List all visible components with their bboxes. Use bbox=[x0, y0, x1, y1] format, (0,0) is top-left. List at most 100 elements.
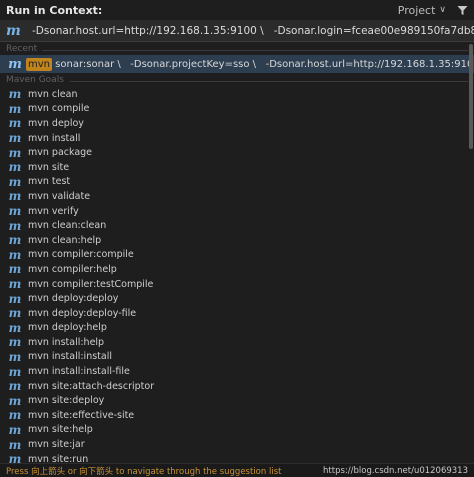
list-item-label: mvn install:install bbox=[28, 351, 112, 363]
list-item-label: mvn compiler:help bbox=[28, 263, 117, 275]
maven-icon: m bbox=[8, 349, 22, 364]
list-item[interactable]: m mvn compiler:testCompile bbox=[0, 277, 474, 292]
list-item[interactable]: m mvn compiler:compile bbox=[0, 248, 474, 263]
maven-icon: m bbox=[8, 233, 22, 248]
maven-icon: m bbox=[8, 277, 22, 292]
command-input[interactable]: m -Dsonar.host.url=http://192.168.1.35:9… bbox=[0, 20, 474, 42]
list-item-label: mvn site:help bbox=[28, 424, 93, 436]
list-item[interactable]: m mvn install:install-file bbox=[0, 364, 474, 379]
list-item-label: mvn site bbox=[28, 161, 70, 173]
recent-command-item[interactable]: m mvn sonar:sonar \ -Dsonar.projectKey=s… bbox=[0, 55, 474, 73]
list-item-label: mvn validate bbox=[28, 190, 91, 202]
maven-icon: m bbox=[8, 116, 22, 131]
list-item-label: mvn compiler:testCompile bbox=[28, 278, 154, 290]
list-item-label: mvn compiler:compile bbox=[28, 249, 134, 261]
maven-icon: m bbox=[8, 87, 22, 102]
filter-icon[interactable] bbox=[456, 4, 468, 16]
list-item[interactable]: m mvn site:attach-descriptor bbox=[0, 379, 474, 394]
maven-icon: m bbox=[8, 218, 22, 233]
section-label-recent: Recent bbox=[6, 44, 38, 54]
section-divider bbox=[70, 81, 468, 82]
list-item-label: mvn deploy bbox=[28, 117, 84, 129]
status-footer: Press 向上箭头 or 向下箭头 to navigate through t… bbox=[0, 463, 474, 477]
command-input-value[interactable]: -Dsonar.host.url=http://192.168.1.35:910… bbox=[32, 25, 474, 37]
list-item-label: mvn clean:clean bbox=[28, 220, 107, 232]
maven-icon: m bbox=[8, 393, 22, 408]
list-item[interactable]: m mvn site:jar bbox=[0, 437, 474, 452]
list-item[interactable]: m mvn site:effective-site bbox=[0, 408, 474, 423]
maven-icon: m bbox=[8, 174, 22, 189]
list-item[interactable]: m mvn site:help bbox=[0, 423, 474, 438]
list-item[interactable]: m mvn install:install bbox=[0, 350, 474, 365]
list-item-label: mvn site:effective-site bbox=[28, 409, 135, 421]
list-item-label: mvn test bbox=[28, 176, 71, 188]
maven-icon: m bbox=[8, 422, 22, 437]
maven-icon: m bbox=[8, 262, 22, 277]
list-item[interactable]: m mvn verify bbox=[0, 204, 474, 219]
list-item[interactable]: m mvn compile bbox=[0, 102, 474, 117]
maven-icon: m bbox=[8, 291, 22, 306]
section-label-maven-goals: Maven Goals bbox=[6, 75, 64, 85]
maven-icon: m bbox=[8, 56, 22, 72]
list-item[interactable]: m mvn compiler:help bbox=[0, 262, 474, 277]
list-item[interactable]: m mvn deploy:deploy-file bbox=[0, 306, 474, 321]
list-item-label: mvn deploy:help bbox=[28, 322, 107, 334]
maven-icon: m bbox=[8, 335, 22, 350]
maven-icon: m bbox=[8, 204, 22, 219]
recent-command-text: sonar:sonar \ -Dsonar.projectKey=sso \ -… bbox=[55, 58, 474, 70]
maven-icon: m bbox=[6, 22, 21, 39]
maven-icon: m bbox=[8, 101, 22, 116]
maven-icon: m bbox=[8, 379, 22, 394]
list-item[interactable]: m mvn clean bbox=[0, 87, 474, 102]
maven-goals-list: m mvn clean m mvn compile m mvn deploy m mvn in… bbox=[0, 87, 474, 463]
navigation-hint: Press 向上箭头 or 向下箭头 to navigate through t… bbox=[6, 466, 282, 477]
scope-selector[interactable]: Project ∨ bbox=[398, 4, 446, 17]
maven-icon: m bbox=[8, 452, 22, 463]
list-item-label: mvn verify bbox=[28, 205, 79, 217]
scrollbar-thumb[interactable] bbox=[469, 44, 473, 149]
maven-icon: m bbox=[8, 437, 22, 452]
maven-icon: m bbox=[8, 408, 22, 423]
list-item-label: mvn clean bbox=[28, 88, 78, 100]
list-item-label: mvn site:deploy bbox=[28, 395, 105, 407]
popup-header: Run in Context: Project ∨ bbox=[0, 0, 474, 20]
list-item-label: mvn clean:help bbox=[28, 234, 102, 246]
list-item[interactable]: m mvn install:help bbox=[0, 335, 474, 350]
list-item-label: mvn site:attach-descriptor bbox=[28, 380, 155, 392]
list-item[interactable]: m mvn deploy:help bbox=[0, 321, 474, 336]
list-item-label: mvn site:run bbox=[28, 453, 89, 463]
match-highlight: mvn bbox=[26, 57, 52, 71]
popup-title: Run in Context: bbox=[6, 3, 103, 17]
list-item[interactable]: m mvn site:deploy bbox=[0, 393, 474, 408]
maven-icon: m bbox=[8, 247, 22, 262]
maven-icon: m bbox=[8, 364, 22, 379]
list-item[interactable]: m mvn test bbox=[0, 175, 474, 190]
list-item[interactable]: m mvn deploy bbox=[0, 116, 474, 131]
list-item-label: mvn deploy:deploy-file bbox=[28, 307, 137, 319]
list-item-label: mvn install:install-file bbox=[28, 366, 130, 378]
watermark: https://blog.csdn.net/u012069313 bbox=[323, 465, 468, 476]
list-item[interactable]: m mvn deploy:deploy bbox=[0, 291, 474, 306]
list-item[interactable]: m mvn site bbox=[0, 160, 474, 175]
maven-icon: m bbox=[8, 145, 22, 160]
list-item[interactable]: m mvn package bbox=[0, 145, 474, 160]
list-item[interactable]: m mvn validate bbox=[0, 189, 474, 204]
list-item[interactable]: m mvn clean:help bbox=[0, 233, 474, 248]
maven-icon: m bbox=[8, 189, 22, 204]
list-item-label: mvn compile bbox=[28, 103, 90, 115]
chevron-down-icon: ∨ bbox=[439, 5, 446, 15]
maven-icon: m bbox=[8, 160, 22, 175]
list-item[interactable]: m mvn site:run bbox=[0, 452, 474, 463]
list-item-label: mvn site:jar bbox=[28, 439, 85, 451]
scope-selector-label: Project bbox=[397, 3, 436, 17]
list-item-label: mvn deploy:deploy bbox=[28, 293, 119, 305]
list-item-label: mvn package bbox=[28, 147, 93, 159]
section-divider bbox=[42, 50, 468, 51]
list-item[interactable]: m mvn clean:clean bbox=[0, 218, 474, 233]
list-item-label: mvn install:help bbox=[28, 336, 105, 348]
maven-icon: m bbox=[8, 131, 22, 146]
list-item-label: mvn install bbox=[28, 132, 81, 144]
list-item[interactable]: m mvn install bbox=[0, 131, 474, 146]
maven-icon: m bbox=[8, 320, 22, 335]
maven-icon: m bbox=[8, 306, 22, 321]
